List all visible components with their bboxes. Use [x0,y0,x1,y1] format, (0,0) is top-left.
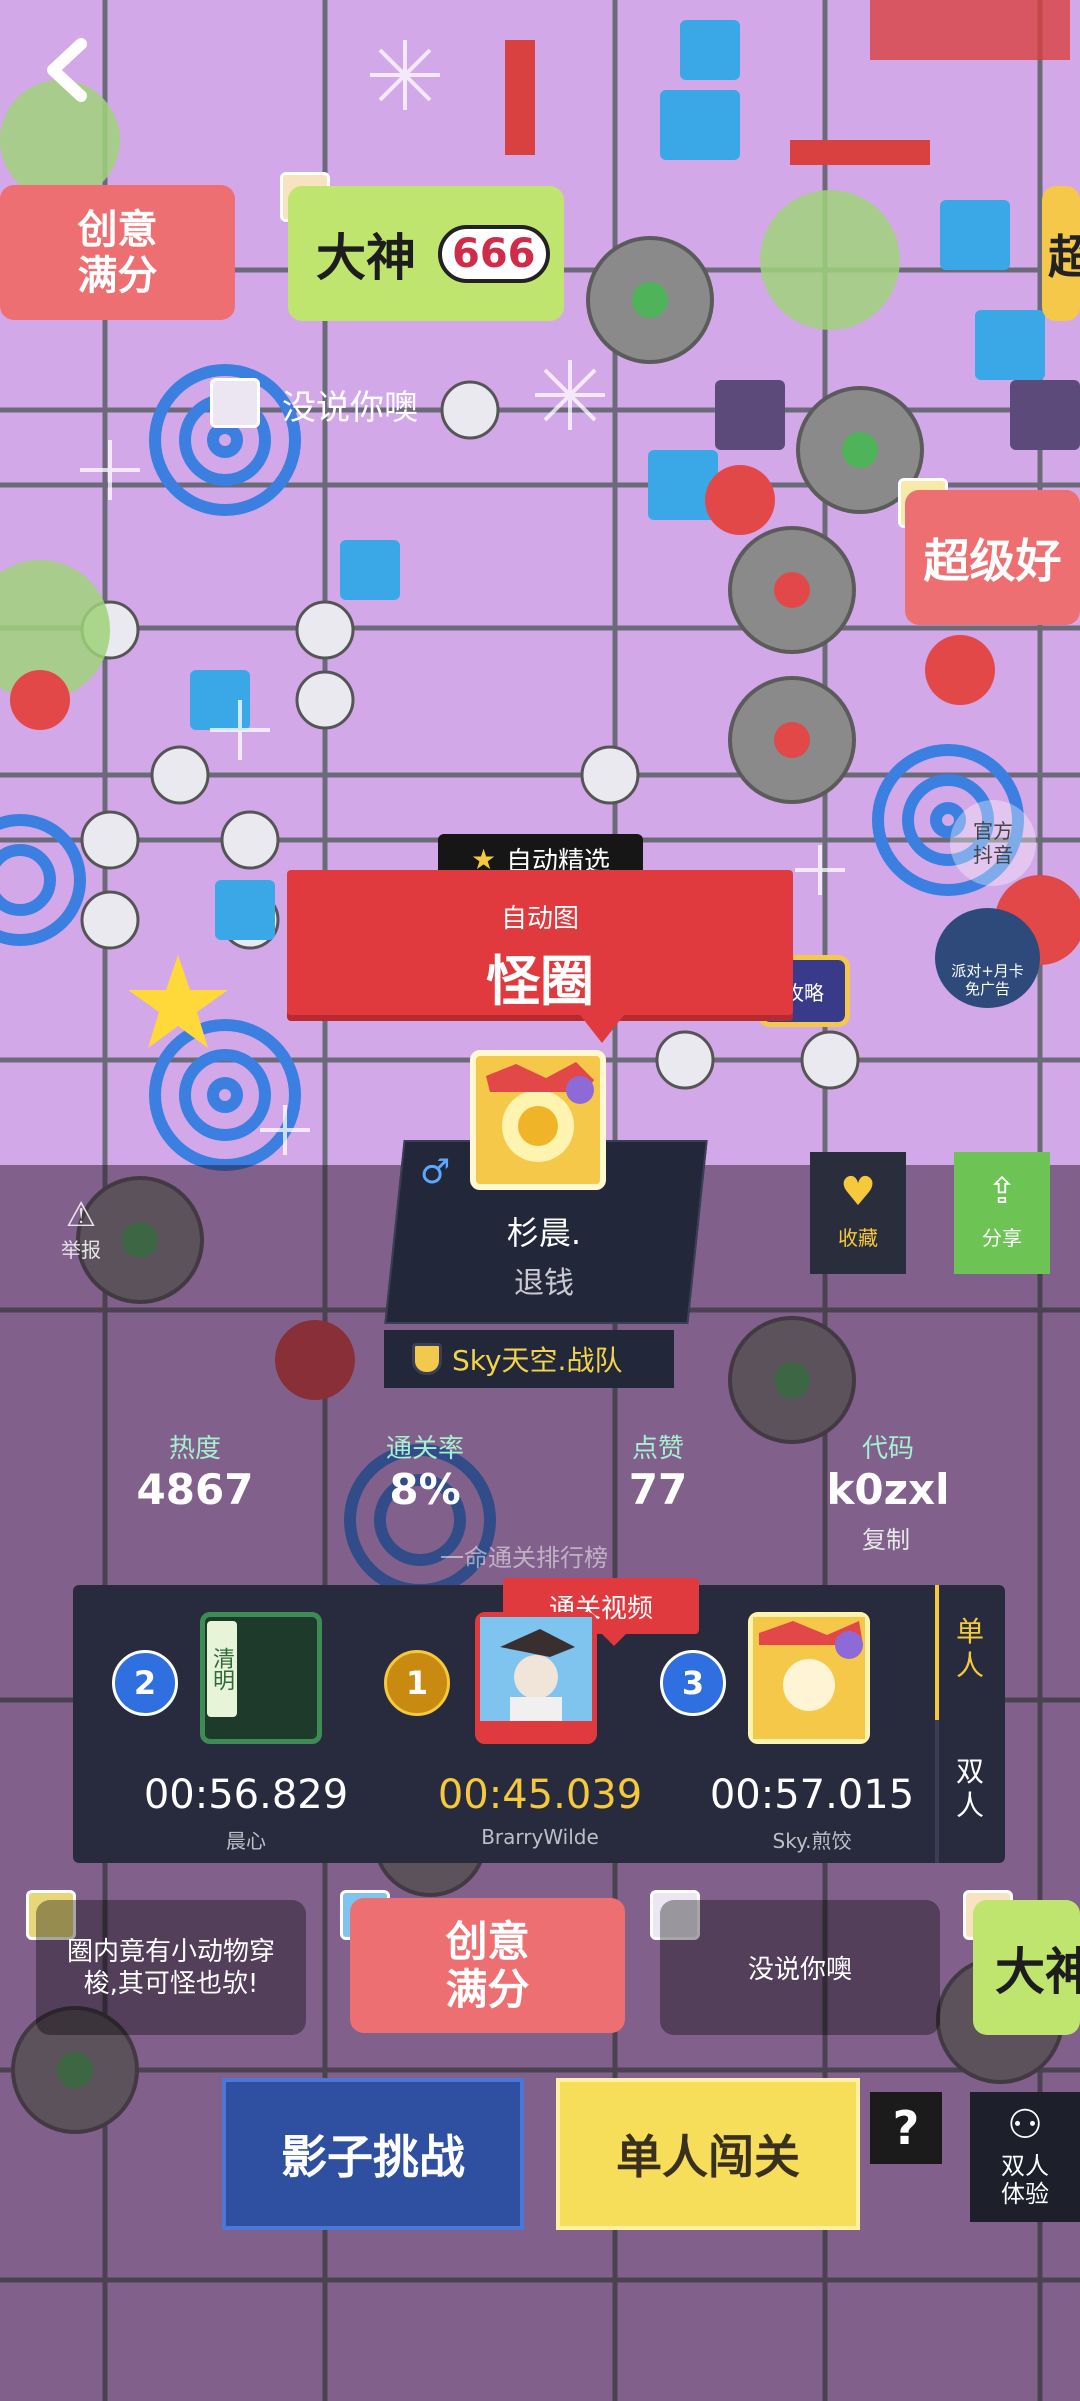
copy-code-button[interactable]: 复制 [862,1520,910,1555]
question-mark-icon: ? [892,2101,920,2155]
author-avatar[interactable] [470,1050,606,1190]
bubble-no-say-text: 没说你噢 [282,388,418,428]
leaderboard-player-name: Sky.煎饺 [772,1829,852,1853]
avatar [210,378,260,428]
comment-bubble: 没说你噢 [660,1900,940,2035]
comment-bubble: 圈内竟有小动物穿梭,其可怪也欤! [36,1900,306,2035]
stat-heat-label: 热度 [168,1434,221,1464]
favorite-button[interactable]: ♥ 收藏 [810,1152,906,1274]
leaderboard-time: 00:45.039 [437,1772,643,1818]
rank-badge-2: 2 [112,1650,178,1716]
comment-bubble: 大神 [973,1900,1080,2035]
leaderboard-player-name: 晨心 [226,1829,266,1853]
leaderboard-avatar[interactable] [475,1612,597,1744]
bubble-creative-full-text: 创意 满分 [77,206,158,299]
tab-duo-label: 双人 [955,1755,984,1822]
author-subtitle: 退钱 [514,1266,574,1301]
bubble-number-666: 666 [438,224,550,283]
heart-icon: ♥ [840,1169,876,1215]
two-people-icon: ⚇ [1007,2102,1043,2148]
warning-icon: ⚠ [65,1195,97,1235]
bubble-super-good-text: 超级好 [923,533,1062,588]
stat-likes-label: 点赞 [631,1434,684,1464]
stat-pass-rate-label: 通关率 [385,1434,464,1464]
title-card-pointer [580,1015,624,1043]
author-name: 杉晨. [506,1214,582,1252]
leaderboard-time: 00:57.015 [709,1772,915,1818]
team-name: Sky天空.战队 [452,1344,623,1377]
male-icon: ♂ [420,1152,451,1192]
team-badge[interactable]: Sky天空.战队 [384,1330,674,1388]
avatar-scroll-label: 清明 [207,1621,237,1717]
video-tag-pointer [600,1632,628,1646]
single-play-label: 单人闯关 [616,2130,800,2184]
bubble-no-say: 没说你噢 [282,380,418,429]
share-icon: ⇪ [986,1171,1018,1212]
comment-text: 大神 [995,1942,1080,2001]
level-title-card: 自动图 怪圈 [287,870,793,1015]
tab-single-label: 单人 [955,1615,984,1682]
share-button[interactable]: ⇪ 分享 [954,1152,1050,1274]
bubble-super-partial: 超 [1042,186,1080,321]
ad-free-badge[interactable]: 派对+月卡 免广告 [935,908,1040,1008]
stat-pass-rate-value: 8% [389,1465,461,1514]
tab-duo[interactable]: 双人 [935,1755,1005,1823]
leaderboard-tabs: 单人 双人 [935,1585,1005,1863]
shadow-challenge-button[interactable]: 影子挑战 [222,2078,524,2230]
comment-bubble: 创意 满分 [350,1898,625,2033]
rank-number: 2 [133,1664,157,1702]
back-button[interactable] [22,25,112,115]
stat-likes-value: 77 [628,1465,688,1514]
shadow-challenge-label: 影子挑战 [281,2130,465,2184]
shield-icon [412,1343,442,1375]
report-label: 举报 [61,1238,101,1262]
avatar-scroll-text: 清明 [209,1647,234,1691]
stat-code-label: 代码 [861,1434,914,1464]
rank-number: 1 [405,1664,429,1702]
leaderboard-avatar[interactable]: 清明 [200,1612,322,1744]
help-button[interactable]: ? [870,2092,942,2164]
single-play-button[interactable]: 单人闯关 [556,2078,860,2230]
stat-code-value: k0zxl [826,1465,950,1514]
tab-single[interactable]: 单人 [935,1615,1005,1683]
author-avatar-art [476,1056,600,1184]
level-name: 怪圈 [486,950,594,1013]
bubble-super-good: 超级好 [905,490,1080,625]
comment-text: 圈内竟有小动物穿梭,其可怪也欤! [66,1936,275,1999]
avatar-art [480,1617,592,1739]
duo-trial-button[interactable]: ⚇ 双人 体验 [970,2092,1080,2222]
leaderboard-time: 00:56.829 [143,1772,349,1818]
official-douyin-label: 官方 抖音 [973,819,1013,867]
avatar-art [753,1617,865,1739]
leaderboard-avatar[interactable] [748,1612,870,1744]
bubble-great-god: 大神 666 [288,186,564,321]
report-button[interactable]: ⚠ 举报 [56,1196,106,1263]
comment-text: 创意 满分 [445,1916,530,2014]
ad-free-badge-label: 派对+月卡 免广告 [951,962,1024,998]
stat-heat-value: 4867 [136,1465,254,1514]
favorite-label: 收藏 [838,1226,878,1250]
level-subtitle: 自动图 [500,904,579,934]
rank-badge-3: 3 [660,1650,726,1716]
duo-trial-label: 双人 体验 [1001,2152,1049,2208]
leaderboard-player-name: BrarryWilde [481,1825,599,1849]
bubble-super-partial-text: 超 [1048,229,1080,284]
comment-text: 没说你噢 [747,1955,852,1985]
rank-number: 3 [681,1664,705,1702]
share-label: 分享 [982,1226,1022,1250]
bubble-great-god-text: 大神 [316,228,416,287]
bubble-creative-full: 创意 满分 [0,185,235,320]
rank-badge-1: 1 [384,1650,450,1716]
official-douyin-button[interactable]: 官方 抖音 [950,800,1036,886]
leaderboard-title: 一命通关排行榜 [440,1544,608,1572]
chevron-left-icon [47,38,87,102]
